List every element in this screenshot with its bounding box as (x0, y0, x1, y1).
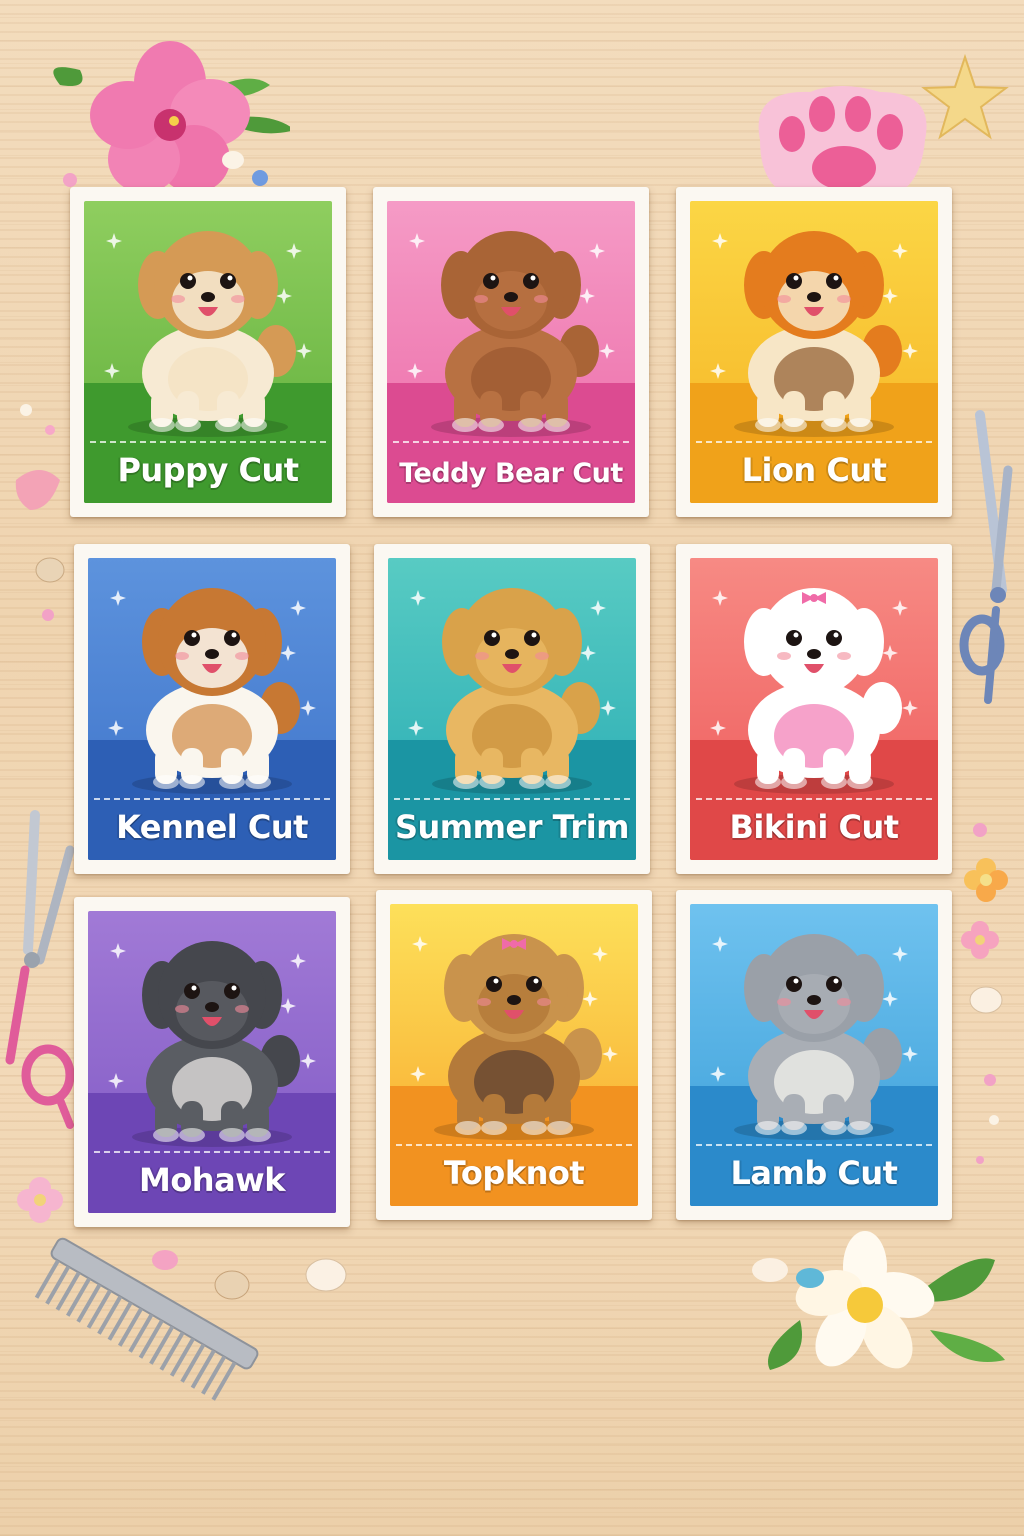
card-divider (396, 1144, 632, 1146)
sparkle-icon (592, 946, 608, 962)
card-divider (696, 798, 932, 800)
card-divider (94, 1151, 330, 1153)
card-title: Puppy Cut (117, 451, 299, 489)
sparkle-icon (410, 1066, 426, 1082)
sparkle-icon (902, 700, 918, 716)
starfish-icon (921, 53, 1009, 140)
dog-figure (431, 231, 599, 437)
sparkle-icon (882, 645, 898, 661)
card-title: Teddy Bear Cut (399, 458, 623, 489)
sparkle-icon (710, 363, 726, 379)
sparkle-icon (412, 936, 428, 952)
grooming-card: Summer Trim (374, 544, 650, 874)
dog-figure (128, 231, 296, 437)
sparkle-icon (712, 233, 728, 249)
sparkle-icon (280, 998, 296, 1014)
grooming-card: Kennel Cut (74, 544, 350, 874)
grooming-card: Topknot (376, 890, 652, 1220)
dog-figure (734, 934, 902, 1140)
card-title: Summer Trim (394, 808, 630, 846)
grooming-card: Puppy Cut (70, 187, 346, 517)
shells-right-icon (961, 823, 1008, 1164)
sparkle-icon (290, 600, 306, 616)
sparkle-icon (410, 590, 426, 606)
grooming-card: Lion Cut (676, 187, 952, 517)
sparkle-icon (892, 600, 908, 616)
sparkle-icon (407, 363, 423, 379)
sparkle-icon (110, 590, 126, 606)
sparkle-icon (106, 233, 122, 249)
card-art: Kennel Cut (88, 558, 336, 860)
card-art: Teddy Bear Cut (387, 201, 635, 503)
sparkle-icon (108, 720, 124, 736)
card-art: Lion Cut (690, 201, 938, 503)
sparkle-icon (108, 1073, 124, 1089)
card-art: Mohawk (88, 911, 336, 1213)
dog-figure (734, 588, 902, 794)
sparkle-icon (104, 363, 120, 379)
sparkle-icon (589, 243, 605, 259)
sparkle-icon (300, 1053, 316, 1069)
sparkle-icon (290, 953, 306, 969)
card-divider (94, 798, 330, 800)
card-art: Lamb Cut (690, 904, 938, 1206)
sparkle-icon (280, 645, 296, 661)
grooming-card: Lamb Cut (676, 890, 952, 1220)
sparkle-icon (902, 343, 918, 359)
card-divider (696, 441, 932, 443)
sparkle-icon (296, 343, 312, 359)
sparkle-icon (276, 288, 292, 304)
sparkle-icon (892, 946, 908, 962)
card-art: Puppy Cut (84, 201, 332, 503)
hibiscus-flower-icon (53, 41, 290, 193)
card-divider (393, 441, 629, 443)
sparkle-icon (599, 343, 615, 359)
card-title: Lamb Cut (730, 1154, 898, 1192)
shells-left-icon (15, 404, 65, 621)
dog-figure (434, 934, 602, 1140)
card-title: Lion Cut (741, 451, 887, 489)
card-divider (696, 1144, 932, 1146)
sparkle-icon (286, 243, 302, 259)
card-art: Summer Trim (388, 558, 636, 860)
sparkle-icon (600, 700, 616, 716)
card-art: Bikini Cut (690, 558, 938, 860)
sparkle-icon (710, 1066, 726, 1082)
dog-figure (734, 231, 902, 437)
plumeria-flower-icon (752, 1231, 1005, 1370)
card-title: Kennel Cut (116, 808, 308, 846)
sparkle-icon (300, 700, 316, 716)
sparkle-icon (902, 1046, 918, 1062)
sparkle-icon (712, 936, 728, 952)
sparkle-icon (409, 233, 425, 249)
card-divider (90, 441, 326, 443)
grooming-scissors-icon (959, 410, 1013, 704)
card-title: Topknot (443, 1154, 585, 1192)
grooming-card: Teddy Bear Cut (373, 187, 649, 517)
sparkle-icon (602, 1046, 618, 1062)
sparkle-icon (882, 288, 898, 304)
dog-figure (132, 588, 300, 794)
grooming-card: Mohawk (74, 897, 350, 1227)
sparkle-icon (882, 991, 898, 1007)
grooming-card: Bikini Cut (676, 544, 952, 874)
card-title: Bikini Cut (729, 808, 899, 846)
sparkle-icon (590, 600, 606, 616)
sparkle-icon (892, 243, 908, 259)
sparkle-icon (579, 288, 595, 304)
sparkle-icon (710, 720, 726, 736)
dog-figure (132, 941, 300, 1147)
sparkle-icon (580, 645, 596, 661)
sparkle-icon (582, 991, 598, 1007)
dog-figure (432, 588, 600, 794)
sparkle-icon (408, 720, 424, 736)
card-art: Topknot (390, 904, 638, 1206)
card-title: Mohawk (138, 1161, 286, 1199)
card-divider (394, 798, 630, 800)
sparkle-icon (110, 943, 126, 959)
sparkle-icon (712, 590, 728, 606)
